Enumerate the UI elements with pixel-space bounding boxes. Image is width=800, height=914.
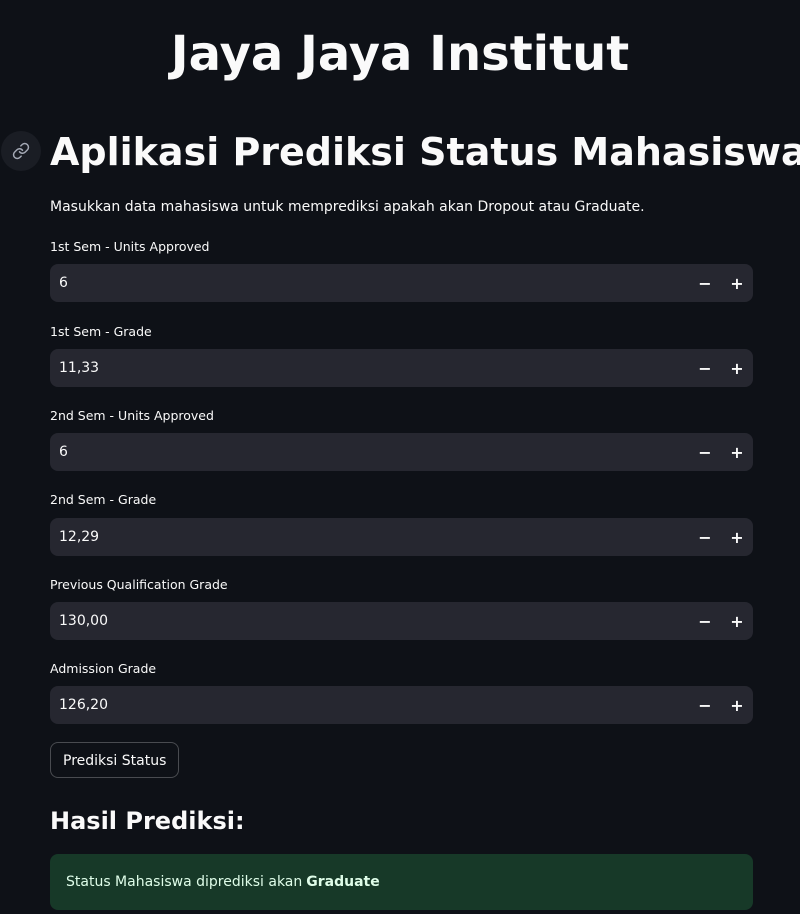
decrement-button[interactable]: − [689,264,721,302]
increment-button[interactable]: + [721,518,753,556]
field-label-units-approved-sem2: 2nd Sem - Units Approved [50,408,214,423]
link-icon[interactable] [1,131,41,171]
decrement-button[interactable]: − [689,518,721,556]
input-units-approved-sem2[interactable]: 6 − + [50,433,753,471]
input-grade-sem2[interactable]: 12,29 − + [50,518,753,556]
field-label-previous-qualification-grade: Previous Qualification Grade [50,577,228,592]
result-message: Status Mahasiswa diprediksi akan [66,874,303,890]
input-value[interactable]: 12,29 [50,518,689,556]
increment-button[interactable]: + [721,433,753,471]
field-label-admission-grade: Admission Grade [50,661,157,676]
decrement-button[interactable]: − [689,349,721,387]
app-title: Aplikasi Prediksi Status Mahasiswa [50,130,800,174]
decrement-button[interactable]: − [689,433,721,471]
prediction-result-alert: Status Mahasiswa diprediksi akan Graduat… [50,854,753,910]
result-status: Graduate [306,874,380,890]
decrement-button[interactable]: − [689,602,721,640]
field-label-grade-sem1: 1st Sem - Grade [50,324,152,339]
increment-button[interactable]: + [721,264,753,302]
input-value[interactable]: 6 [50,264,689,302]
input-value[interactable]: 6 [50,433,689,471]
input-units-approved-sem1[interactable]: 6 − + [50,264,753,302]
field-label-units-approved-sem1: 1st Sem - Units Approved [50,239,210,254]
input-admission-grade[interactable]: 126,20 − + [50,686,753,724]
predict-status-button[interactable]: Prediksi Status [50,742,180,778]
decrement-button[interactable]: − [689,686,721,724]
increment-button[interactable]: + [721,602,753,640]
institute-title: Jaya Jaya Institut [170,26,630,82]
input-grade-sem1[interactable]: 11,33 − + [50,349,753,387]
increment-button[interactable]: + [721,686,753,724]
input-value[interactable]: 126,20 [50,686,689,724]
input-previous-qualification-grade[interactable]: 130,00 − + [50,602,753,640]
app-page: Jaya Jaya Institut Aplikasi Prediksi Sta… [0,0,800,914]
increment-button[interactable]: + [721,349,753,387]
input-value[interactable]: 130,00 [50,602,689,640]
result-heading: Hasil Prediksi: [50,807,245,835]
app-description: Masukkan data mahasiswa untuk memprediks… [50,199,645,215]
input-value[interactable]: 11,33 [50,349,689,387]
field-label-grade-sem2: 2nd Sem - Grade [50,492,157,507]
